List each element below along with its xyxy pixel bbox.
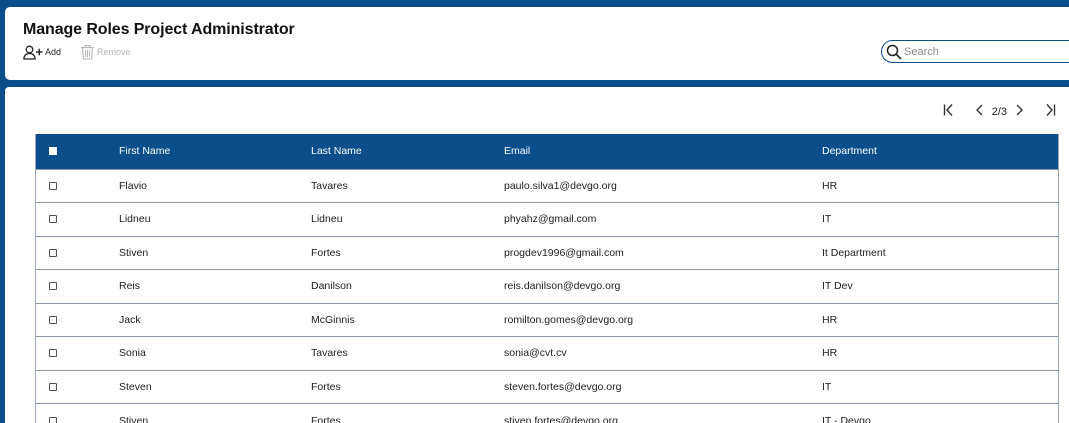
row-checkbox[interactable] bbox=[49, 382, 57, 391]
trash-icon bbox=[80, 44, 95, 60]
column-header-first-name[interactable]: First Name bbox=[119, 134, 311, 169]
last-name-cell: Tavares bbox=[311, 347, 348, 360]
chevron-left-icon bbox=[975, 104, 983, 116]
row-checkbox[interactable] bbox=[49, 181, 57, 190]
add-user-icon bbox=[23, 45, 43, 60]
table-row[interactable]: Flavio Tavares paulo.silva1@devgo.org HR bbox=[36, 169, 1058, 203]
toolbar: Add Remove bbox=[23, 44, 131, 60]
department-cell: HR bbox=[822, 347, 838, 360]
department-cell: IT bbox=[822, 380, 832, 393]
department-cell: HR bbox=[822, 313, 838, 326]
department-cell: IT bbox=[822, 213, 832, 226]
search-input[interactable] bbox=[904, 45, 1064, 58]
header-card: Manage Roles Project Administrator Add R… bbox=[5, 7, 1069, 80]
department-cell: IT - Devgo bbox=[822, 414, 871, 423]
department-cell: HR bbox=[822, 179, 838, 192]
page-title: Manage Roles Project Administrator bbox=[23, 21, 295, 38]
first-name-cell: Reis bbox=[119, 280, 141, 293]
table-row[interactable]: Steven Fortes steven.fortes@devgo.org IT bbox=[36, 370, 1058, 404]
table-header-row: First Name Last Name Email Department bbox=[36, 134, 1058, 169]
first-name-cell: Lidneu bbox=[119, 213, 151, 226]
remove-label: Remove bbox=[97, 47, 131, 57]
first-page-button[interactable] bbox=[941, 102, 957, 118]
email-cell: steven.fortes@devgo.org bbox=[504, 380, 622, 393]
email-cell: reis.danilson@devgo.org bbox=[504, 280, 621, 293]
first-name-cell: Steven bbox=[119, 380, 152, 393]
first-name-cell: Stiven bbox=[119, 414, 149, 423]
email-cell: stiven.fortes@devgo.org bbox=[504, 414, 618, 423]
select-all-cell bbox=[36, 134, 119, 169]
table-row[interactable]: Reis Danilson reis.danilson@devgo.org IT… bbox=[36, 269, 1058, 304]
department-cell: It Department bbox=[822, 246, 886, 259]
table-row[interactable]: Lidneu Lidneu phyahz@gmail.com IT bbox=[36, 202, 1058, 237]
search-box[interactable] bbox=[881, 40, 1069, 63]
chevron-right-icon bbox=[1016, 104, 1023, 116]
add-label: Add bbox=[45, 47, 62, 57]
row-checkbox[interactable] bbox=[49, 215, 57, 224]
first-name-cell: Flavio bbox=[119, 179, 148, 192]
last-name-cell: Lidneu bbox=[311, 213, 343, 226]
column-header-department[interactable]: Department bbox=[822, 134, 1058, 169]
email-cell: romilton.gomes@devgo.org bbox=[504, 313, 634, 326]
email-cell: progdev1996@gmail.com bbox=[504, 246, 624, 259]
last-name-cell: Fortes bbox=[311, 246, 341, 259]
column-header-last-name[interactable]: Last Name bbox=[311, 134, 504, 169]
email-cell: paulo.silva1@devgo.org bbox=[504, 179, 617, 192]
first-name-cell: Jack bbox=[119, 313, 141, 326]
main-card: 2/3 First Name Last Name Email Departmen… bbox=[5, 87, 1069, 423]
add-button[interactable]: Add bbox=[23, 45, 61, 60]
row-checkbox[interactable] bbox=[49, 248, 57, 257]
row-checkbox[interactable] bbox=[49, 315, 57, 324]
table-row[interactable]: Jack McGinnis romilton.gomes@devgo.org H… bbox=[36, 303, 1058, 337]
select-all-checkbox[interactable] bbox=[49, 147, 57, 156]
first-name-cell: Sonia bbox=[119, 347, 146, 360]
last-name-cell: Fortes bbox=[311, 380, 341, 393]
remove-button[interactable]: Remove bbox=[80, 44, 131, 60]
page-indicator: 2/3 bbox=[991, 106, 1007, 118]
email-cell: sonia@cvt.cv bbox=[504, 347, 567, 360]
users-table: First Name Last Name Email Department Fl… bbox=[35, 134, 1059, 423]
column-header-email[interactable]: Email bbox=[504, 134, 822, 169]
last-page-button[interactable] bbox=[1042, 102, 1058, 118]
department-cell: IT Dev bbox=[822, 280, 853, 293]
table-row[interactable]: Stiven Fortes stiven.fortes@devgo.org IT… bbox=[36, 403, 1058, 423]
last-name-cell: Danilson bbox=[311, 280, 352, 293]
table-row[interactable]: Sonia Tavares sonia@cvt.cv HR bbox=[36, 336, 1058, 371]
row-checkbox[interactable] bbox=[49, 349, 57, 358]
prev-page-button[interactable] bbox=[972, 102, 988, 118]
last-page-icon bbox=[1046, 104, 1056, 116]
search-icon bbox=[886, 44, 902, 60]
next-page-button[interactable] bbox=[1011, 102, 1027, 118]
first-name-cell: Stiven bbox=[119, 246, 149, 259]
last-name-cell: Fortes bbox=[311, 414, 341, 423]
last-name-cell: Tavares bbox=[311, 179, 348, 192]
table-row[interactable]: Stiven Fortes progdev1996@gmail.com It D… bbox=[36, 236, 1058, 270]
first-page-icon bbox=[943, 104, 953, 116]
last-name-cell: McGinnis bbox=[311, 313, 355, 326]
row-checkbox[interactable] bbox=[49, 416, 57, 423]
email-cell: phyahz@gmail.com bbox=[504, 213, 597, 226]
pagination: 2/3 bbox=[941, 102, 1058, 118]
row-checkbox[interactable] bbox=[49, 282, 57, 291]
